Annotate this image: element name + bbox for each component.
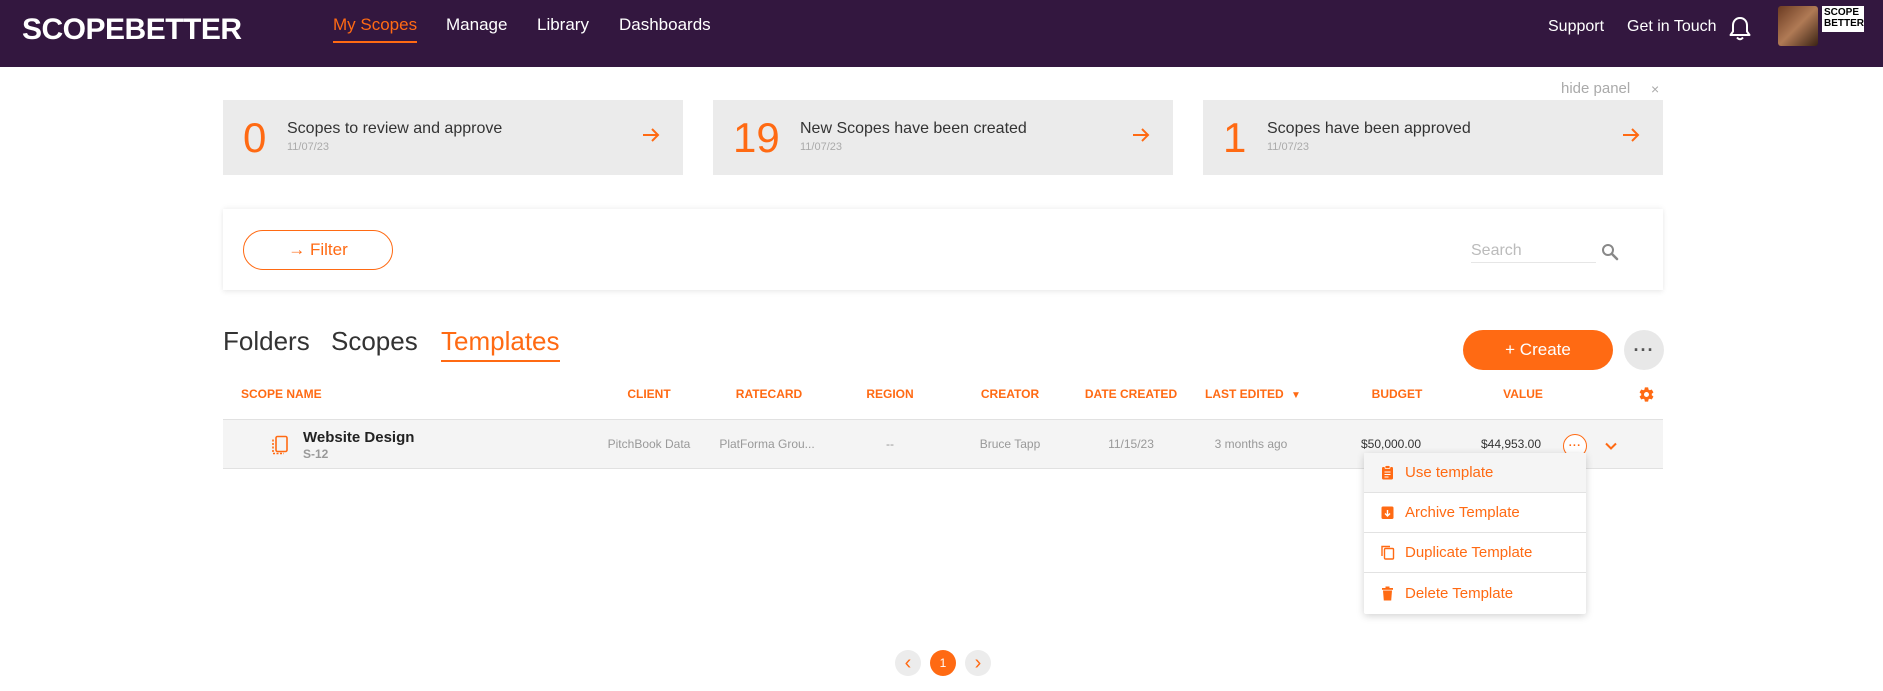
column-header-creator[interactable]: CREATOR	[981, 387, 1039, 401]
cell-budget: $50,000.00	[1360, 437, 1422, 451]
clipboard-icon	[1382, 465, 1393, 480]
search-input[interactable]	[1471, 239, 1596, 263]
stat-date: 11/07/23	[800, 141, 843, 153]
stat-date: 11/07/23	[1267, 141, 1310, 153]
filter-button[interactable]: → Filter	[243, 230, 393, 270]
nav-library[interactable]: Library	[537, 15, 589, 41]
stat-count: 1	[1223, 114, 1247, 161]
gear-icon[interactable]	[1638, 386, 1655, 403]
logo[interactable]: SCOPEBETTER	[22, 13, 242, 47]
column-header-client[interactable]: CLIENT	[627, 387, 670, 401]
cell-ratecard: PlatForma Grou...	[719, 437, 815, 451]
stat-count: 19	[733, 114, 780, 161]
row-actions-menu: Use template Archive Template Duplicate …	[1364, 453, 1586, 614]
sort-desc-icon[interactable]: ▼	[1291, 390, 1301, 401]
menu-item-duplicate-template[interactable]: Duplicate Template	[1364, 533, 1586, 573]
stat-label: Scopes to review and approve	[287, 120, 503, 137]
cell-creator: Bruce Tapp	[979, 437, 1041, 451]
pagination-prev-button[interactable]: ‹	[895, 650, 921, 676]
arrow-right-icon[interactable]	[1621, 125, 1641, 145]
hide-panel-link[interactable]: hide panel	[1561, 80, 1630, 97]
arrow-right-icon[interactable]	[641, 125, 661, 145]
avatar[interactable]	[1778, 6, 1818, 46]
pagination-next-button[interactable]: ›	[965, 650, 991, 676]
more-options-button[interactable]: ···	[1624, 330, 1664, 370]
column-header-value[interactable]: VALUE	[1503, 387, 1543, 401]
tab-scopes[interactable]: Scopes	[331, 326, 418, 360]
menu-item-delete-template[interactable]: Delete Template	[1364, 573, 1586, 613]
scope-name[interactable]: Website Design	[303, 429, 414, 446]
stat-count: 0	[243, 114, 267, 161]
search-icon[interactable]	[1601, 243, 1619, 261]
stat-card-new[interactable]: 19 New Scopes have been created 11/07/23	[713, 100, 1173, 175]
menu-item-label: Use template	[1405, 464, 1494, 481]
nav-manage[interactable]: Manage	[446, 15, 507, 41]
template-icon	[272, 435, 288, 455]
nav-my-scopes[interactable]: My Scopes	[333, 15, 418, 43]
menu-item-archive-template[interactable]: Archive Template	[1364, 493, 1586, 533]
get-in-touch-link[interactable]: Get in Touch	[1627, 18, 1717, 36]
close-icon[interactable]: ×	[1651, 81, 1659, 97]
bell-icon[interactable]	[1728, 16, 1752, 42]
stat-card-review[interactable]: 0 Scopes to review and approve 11/07/23	[223, 100, 683, 175]
menu-item-label: Delete Template	[1405, 584, 1514, 602]
tab-templates[interactable]: Templates	[441, 326, 560, 362]
cell-region: --	[886, 437, 894, 451]
column-header-scope-name[interactable]: SCOPE NAME	[241, 387, 322, 401]
cell-client: PitchBook Data	[607, 437, 691, 451]
nav-dashboards[interactable]: Dashboards	[619, 15, 711, 41]
menu-item-label: Archive Template	[1405, 504, 1520, 521]
pagination-page-1[interactable]: 1	[930, 650, 956, 676]
column-header-last-edited[interactable]: LAST EDITED ▼	[1205, 387, 1301, 401]
cell-date-created: 11/15/23	[1108, 437, 1154, 451]
stat-card-approved[interactable]: 1 Scopes have been approved 11/07/23	[1203, 100, 1663, 175]
company-logo: SCOPE BETTER	[1822, 6, 1864, 32]
trash-icon	[1382, 586, 1393, 600]
arrow-right-icon[interactable]	[1131, 125, 1151, 145]
cell-value: $44,953.00	[1480, 437, 1542, 451]
top-nav-bar: SCOPEBETTER My Scopes Manage Library Das…	[0, 0, 1883, 67]
column-header-budget[interactable]: BUDGET	[1372, 387, 1423, 401]
column-header-ratecard[interactable]: RATECARD	[736, 387, 802, 401]
menu-item-use-template[interactable]: Use template	[1364, 453, 1586, 493]
create-button[interactable]: + Create	[1463, 330, 1613, 370]
filter-bar: → Filter	[223, 209, 1663, 290]
scope-id: S-12	[303, 447, 329, 461]
cell-last-edited: 3 months ago	[1214, 437, 1288, 451]
stat-label: New Scopes have been created	[800, 120, 1027, 137]
copy-icon	[1381, 545, 1395, 560]
stat-label: Scopes have been approved	[1267, 120, 1471, 137]
menu-item-label: Duplicate Template	[1405, 544, 1533, 561]
column-header-last-edited-label: LAST EDITED	[1205, 387, 1284, 401]
archive-icon	[1381, 506, 1394, 519]
tab-folders[interactable]: Folders	[223, 326, 310, 360]
chevron-down-icon[interactable]	[1604, 439, 1618, 453]
stat-date: 11/07/23	[287, 141, 330, 153]
column-header-region[interactable]: REGION	[866, 387, 913, 401]
column-header-date-created[interactable]: DATE CREATED	[1085, 387, 1177, 401]
support-link[interactable]: Support	[1548, 18, 1604, 36]
